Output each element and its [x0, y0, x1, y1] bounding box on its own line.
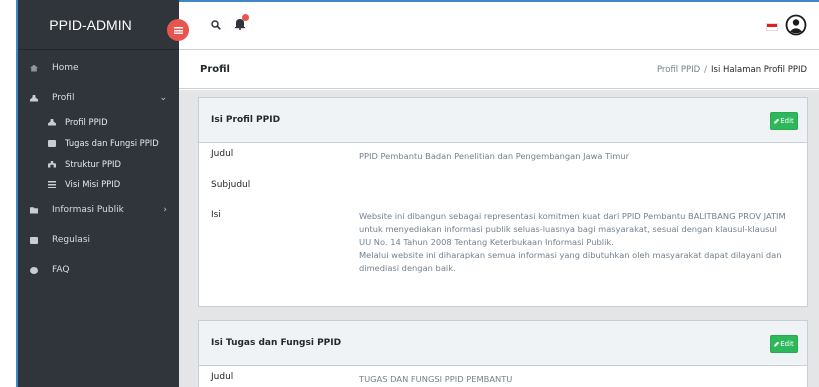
pencil-icon: [774, 118, 780, 124]
sidebar-toggle-button[interactable]: [167, 19, 189, 41]
row-label-judul: Judul: [211, 372, 234, 382]
brand-logo[interactable]: PPID-ADMIN: [18, 0, 179, 50]
chevron-right-icon: ›: [163, 205, 167, 215]
card-tugas-fungsi-ppid: Isi Tugas dan Fungsi PPID Edit Judul TUG…: [198, 320, 808, 387]
sidebar-item-label: Profil: [52, 93, 75, 103]
sidebar-item-label: Informasi Publik: [52, 205, 124, 215]
edit-button[interactable]: Edit: [770, 112, 798, 130]
row-label-judul: Judul: [211, 149, 234, 159]
sitemap-icon: [48, 160, 56, 168]
row-label-isi: Isi: [211, 210, 221, 220]
sidebar-item-label: Visi Misi PPID: [65, 179, 121, 189]
row-value-judul: PPID Pembantu Badan Penelitian dan Penge…: [359, 151, 630, 161]
row-value-isi: Website ini dibangun sebagai representas…: [359, 210, 789, 275]
notification-badge: [242, 14, 249, 21]
sidebar-item-label: FAQ: [52, 265, 70, 275]
sidebar-subitem-struktur[interactable]: Struktur PPID: [18, 156, 179, 172]
row-label-subjudul: Subjudul: [211, 180, 251, 190]
sidebar-item-faq[interactable]: FAQ: [18, 258, 179, 282]
user-icon: [48, 118, 56, 126]
sidebar: PPID-ADMIN Home Profil ⌄ Profil PPID Tug…: [16, 0, 179, 387]
sidebar-subitem-visi-misi[interactable]: Visi Misi PPID: [18, 176, 179, 192]
top-header: [179, 0, 819, 50]
flag-id-icon[interactable]: [766, 23, 778, 31]
edit-button-label: Edit: [780, 117, 794, 125]
card-title: Isi Tugas dan Fungsi PPID: [211, 338, 342, 348]
row-value-judul: TUGAS DAN FUNGSI PPID PEMBANTU: [359, 374, 513, 384]
card-header: Isi Profil PPID Edit: [199, 98, 807, 143]
card-title: Isi Profil PPID: [211, 115, 281, 125]
chat-icon: [30, 266, 38, 274]
breadcrumb-item[interactable]: Profil PPID: [657, 65, 700, 75]
page-title: Profil: [200, 64, 230, 75]
sidebar-item-home[interactable]: Home: [18, 56, 179, 80]
edit-button[interactable]: Edit: [770, 335, 798, 353]
menu-icon: [173, 26, 183, 34]
app-frame: PPID-ADMIN Home Profil ⌄ Profil PPID Tug…: [0, 0, 819, 387]
sidebar-subitem-profil-ppid[interactable]: Profil PPID: [18, 114, 179, 130]
sidebar-item-label: Tugas dan Fungsi PPID: [65, 138, 159, 148]
search-icon[interactable]: [211, 20, 221, 30]
breadcrumb-separator: /: [704, 65, 708, 75]
sidebar-item-regulasi[interactable]: Regulasi: [18, 228, 179, 252]
breadcrumb-item-active: Isi Halaman Profil PPID: [711, 65, 807, 75]
isi-paragraph: Website ini dibangun sebagai representas…: [359, 211, 786, 247]
book-icon: [30, 236, 38, 244]
sidebar-item-label: Regulasi: [52, 235, 91, 245]
sidebar-item-label: Struktur PPID: [65, 159, 121, 169]
user-icon: [30, 94, 38, 102]
card-icon: [48, 139, 56, 147]
sidebar-item-label: Home: [52, 63, 79, 73]
chevron-down-icon: ⌄: [159, 93, 167, 103]
edit-button-label: Edit: [780, 340, 794, 348]
list-icon: [48, 180, 56, 188]
card-header: Isi Tugas dan Fungsi PPID Edit: [199, 321, 807, 366]
home-icon: [30, 64, 38, 72]
sidebar-item-informasi-publik[interactable]: Informasi Publik ›: [18, 198, 179, 222]
card-profil-ppid: Isi Profil PPID Edit Judul PPID Pembantu…: [198, 97, 808, 307]
breadcrumb: Profil PPID / Isi Halaman Profil PPID: [657, 65, 807, 75]
folder-icon: [30, 207, 38, 214]
sidebar-item-label: Profil PPID: [65, 117, 108, 127]
avatar-icon[interactable]: [785, 14, 807, 36]
sidebar-item-profil[interactable]: Profil ⌄: [18, 86, 179, 110]
sidebar-subitem-tugas-fungsi[interactable]: Tugas dan Fungsi PPID: [18, 135, 179, 151]
isi-paragraph: Melalui website ini diharapkan semua inf…: [359, 250, 782, 273]
pencil-icon: [774, 341, 780, 347]
